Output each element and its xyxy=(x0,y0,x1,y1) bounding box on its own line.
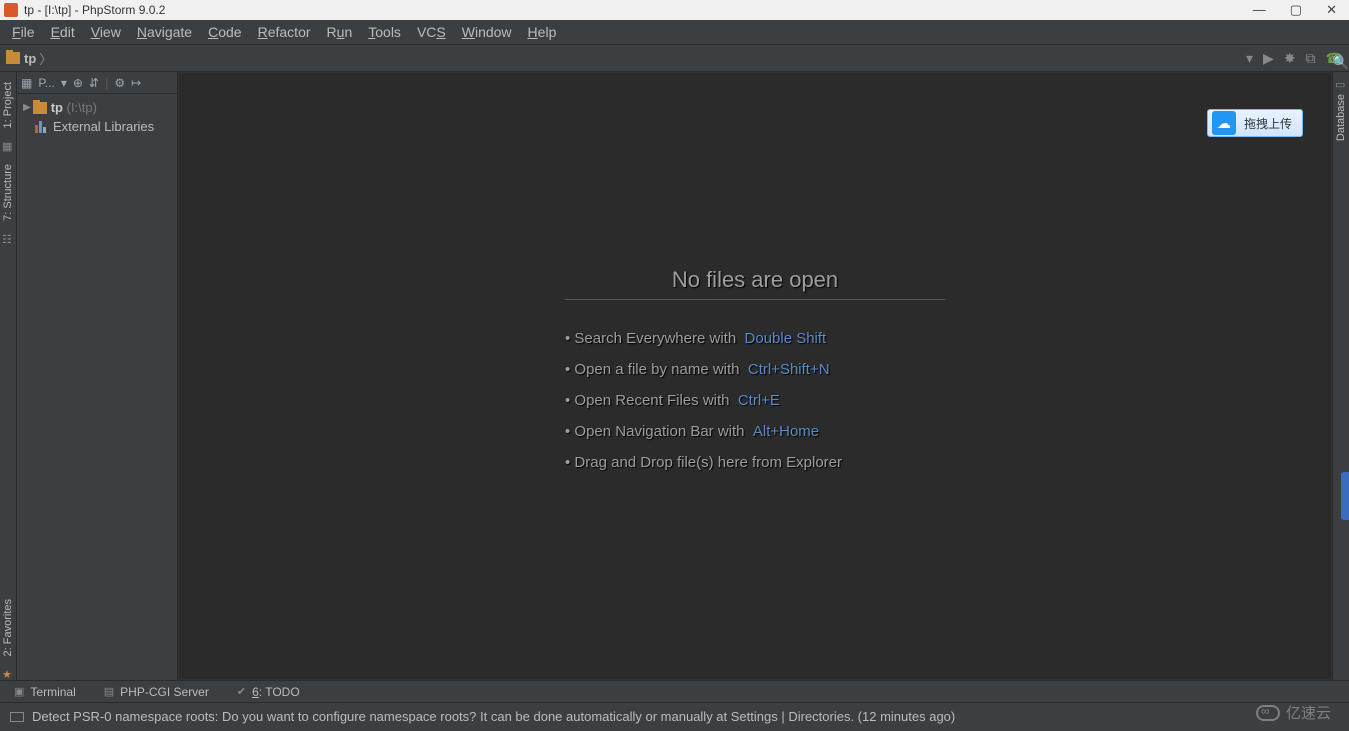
terminal-label: Terminal xyxy=(30,685,75,699)
toolwindow-database-tab[interactable]: Database xyxy=(1335,90,1347,145)
right-handle[interactable] xyxy=(1341,472,1349,520)
tree-root-label: tp (I:\tp) xyxy=(51,100,97,115)
toolwindow-todo[interactable]: ✔ 6: TODO xyxy=(237,685,300,699)
run-config-dropdown-icon[interactable]: ▾ xyxy=(1246,50,1253,67)
statusbar: Detect PSR-0 namespace roots: Do you wan… xyxy=(0,702,1349,730)
editor-area[interactable]: No files are open • Search Everywhere wi… xyxy=(178,72,1332,680)
window-title: tp - [I:\tp] - PhpStorm 9.0.2 xyxy=(24,3,165,17)
navigation-bar[interactable]: tp 〉 ▾ ▶ ✸ ⧉ ☎ xyxy=(0,45,1349,72)
tree-external-libraries[interactable]: External Libraries xyxy=(19,117,175,136)
search-icon[interactable]: 🔍 xyxy=(1333,52,1349,72)
breadcrumb-sep: 〉 xyxy=(39,49,52,68)
project-toolbar: ▦ P... ▾ ⊕ ⇵ | ⚙ ↦ xyxy=(17,72,177,94)
toolwindows-toggle-icon[interactable] xyxy=(10,712,24,722)
menu-help[interactable]: Help xyxy=(520,22,565,42)
menu-run[interactable]: Run xyxy=(319,22,361,42)
left-toolwindow-bar: 1: Project ▦ 7: Structure ☷ 2: Favorites… xyxy=(0,72,17,680)
menubar: File Edit View Navigate Code Refactor Ru… xyxy=(0,20,1349,45)
main-area: 1: Project ▦ 7: Structure ☷ 2: Favorites… xyxy=(0,72,1349,680)
project-small-icon: ▦ xyxy=(2,140,14,152)
settings-gear-icon[interactable]: ⚙ xyxy=(114,76,125,90)
project-title: P... xyxy=(38,76,54,90)
toolwindow-project-tab[interactable]: 1: Project xyxy=(2,78,14,132)
close-button[interactable]: ✕ xyxy=(1326,2,1337,18)
menu-navigate[interactable]: Navigate xyxy=(129,22,200,42)
welcome-heading: No files are open xyxy=(565,267,945,300)
project-toolwindow: ▦ P... ▾ ⊕ ⇵ | ⚙ ↦ ▶ tp (I:\tp) External… xyxy=(17,72,178,680)
collapse-all-icon[interactable]: ⇵ xyxy=(89,76,99,90)
phpstorm-icon xyxy=(4,3,18,17)
cloud-upload-icon: ☁ xyxy=(1212,111,1236,135)
structure-small-icon: ☷ xyxy=(2,233,14,245)
bottom-toolwindow-bar: ▣ Terminal ▤ PHP-CGI Server ✔ 6: TODO xyxy=(0,680,1349,702)
php-icon: ▤ xyxy=(104,685,114,698)
favorites-star-icon: ★ xyxy=(2,668,14,680)
menu-window[interactable]: Window xyxy=(454,22,520,42)
hint-nav-bar: • Open Navigation Bar with Alt+Home xyxy=(565,423,945,440)
maximize-button[interactable]: ▢ xyxy=(1290,2,1302,18)
hint-open-file: • Open a file by name with Ctrl+Shift+N xyxy=(565,361,945,378)
upload-badge[interactable]: ☁ 拖拽上传 xyxy=(1207,109,1303,137)
hint-drag-drop: • Drag and Drop file(s) here from Explor… xyxy=(565,454,945,471)
toolwindow-php-cgi[interactable]: ▤ PHP-CGI Server xyxy=(104,685,209,699)
menu-edit[interactable]: Edit xyxy=(43,22,83,42)
window-controls: — ▢ ✕ xyxy=(1253,2,1345,18)
libraries-icon xyxy=(35,121,49,133)
minimize-button[interactable]: — xyxy=(1253,2,1266,18)
right-toolwindow-bar: ▭ Database xyxy=(1332,72,1349,680)
menu-refactor[interactable]: Refactor xyxy=(250,22,319,42)
project-dropdown-icon[interactable]: ▾ xyxy=(61,76,67,90)
hint-search-everywhere: • Search Everywhere with Double Shift xyxy=(565,330,945,347)
todo-icon: ✔ xyxy=(237,685,246,698)
hide-icon[interactable]: ↦ xyxy=(131,76,141,90)
coverage-icon[interactable]: ⧉ xyxy=(1306,50,1316,67)
hint-recent-files: • Open Recent Files with Ctrl+E xyxy=(565,392,945,409)
toolwindow-favorites-tab[interactable]: 2: Favorites xyxy=(2,595,14,660)
breadcrumb-root[interactable]: tp xyxy=(24,51,36,66)
menu-code[interactable]: Code xyxy=(200,22,249,42)
tree-root-node[interactable]: ▶ tp (I:\tp) xyxy=(19,98,175,117)
external-libs-label: External Libraries xyxy=(53,119,154,134)
terminal-icon: ▣ xyxy=(14,685,24,698)
folder-icon xyxy=(6,52,20,64)
folder-icon xyxy=(33,102,47,114)
scroll-from-source-icon[interactable]: ⊕ xyxy=(73,76,83,90)
status-message[interactable]: Detect PSR-0 namespace roots: Do you wan… xyxy=(32,709,955,724)
toolwindow-structure-tab[interactable]: 7: Structure xyxy=(2,160,14,225)
todo-label: 6: TODO xyxy=(252,685,300,699)
project-view-icon[interactable]: ▦ xyxy=(21,76,32,90)
php-cgi-label: PHP-CGI Server xyxy=(120,685,209,699)
run-toolbar: ▾ ▶ ✸ ⧉ ☎ xyxy=(1246,50,1343,67)
expand-arrow-icon[interactable]: ▶ xyxy=(23,102,31,113)
menu-tools[interactable]: Tools xyxy=(360,22,409,42)
toolwindow-terminal[interactable]: ▣ Terminal xyxy=(14,685,76,699)
database-icon: ▭ xyxy=(1335,78,1347,90)
project-tree[interactable]: ▶ tp (I:\tp) External Libraries xyxy=(17,94,177,140)
titlebar: tp - [I:\tp] - PhpStorm 9.0.2 — ▢ ✕ xyxy=(0,0,1349,20)
run-icon[interactable]: ▶ xyxy=(1263,50,1274,67)
debug-icon[interactable]: ✸ xyxy=(1284,50,1296,67)
menu-file[interactable]: File xyxy=(4,22,43,42)
menu-vcs[interactable]: VCS xyxy=(409,22,454,42)
menu-view[interactable]: View xyxy=(83,22,129,42)
welcome-panel: No files are open • Search Everywhere wi… xyxy=(565,267,945,485)
upload-label: 拖拽上传 xyxy=(1244,115,1292,132)
